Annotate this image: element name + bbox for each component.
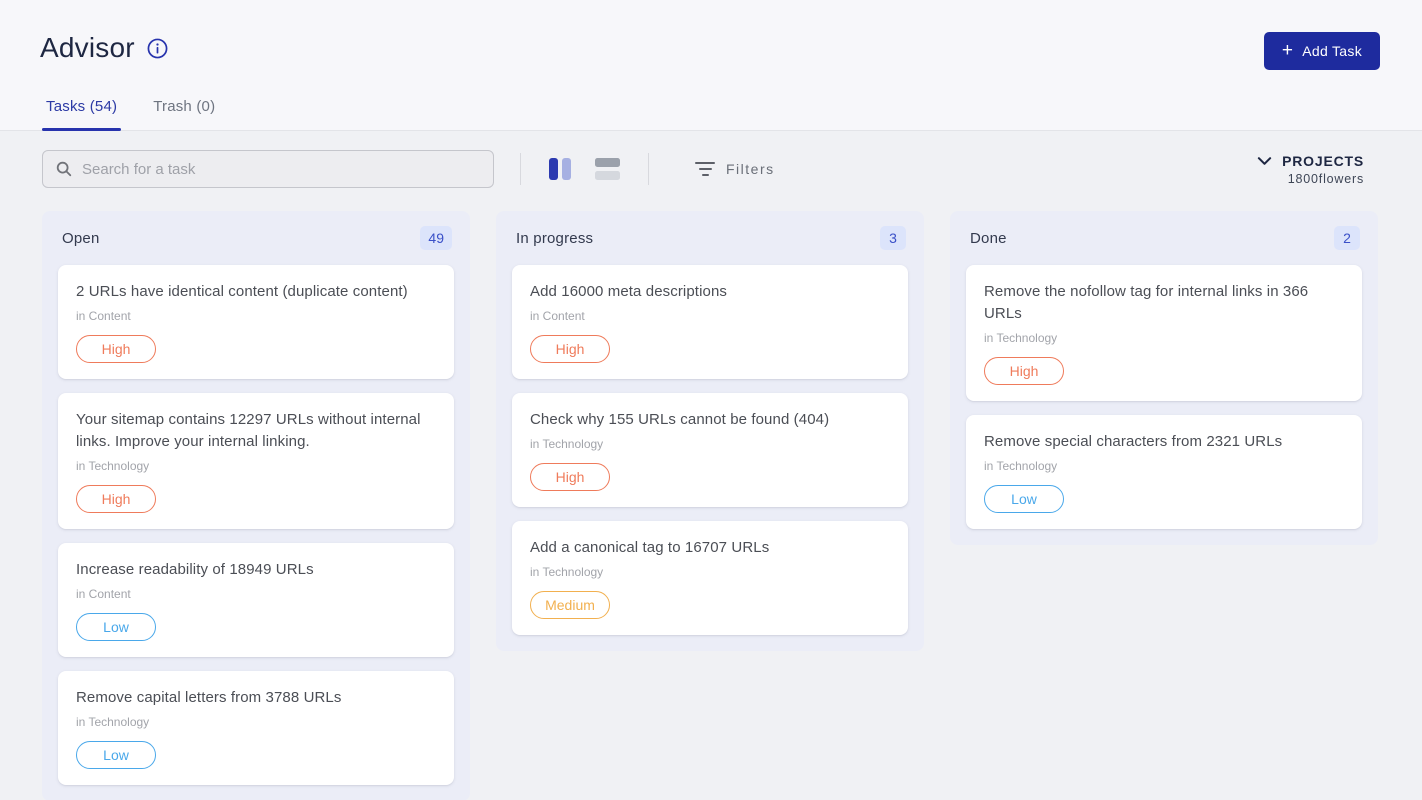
task-card[interactable]: Your sitemap contains 12297 URLs without… [58, 393, 454, 529]
task-title: Increase readability of 18949 URLs [76, 559, 436, 581]
priority-badge: Low [76, 613, 156, 641]
tab-trash[interactable]: Trash (0) [153, 98, 215, 130]
task-category: in Technology [76, 457, 436, 475]
column-header: Open 49 [58, 226, 454, 250]
task-title: Check why 155 URLs cannot be found (404) [530, 409, 890, 431]
task-category: in Technology [984, 329, 1344, 347]
priority-badge: High [530, 335, 610, 363]
task-title: Your sitemap contains 12297 URLs without… [76, 409, 436, 453]
task-category: in Technology [984, 457, 1344, 475]
add-task-button[interactable]: + Add Task [1264, 32, 1380, 70]
task-card[interactable]: Remove the nofollow tag for internal lin… [966, 265, 1362, 401]
add-task-label: Add Task [1302, 43, 1362, 59]
tab-bar: Tasks (54) Trash (0) [0, 98, 1422, 130]
card-list: Add 16000 meta descriptions in Content H… [512, 265, 908, 635]
board: Open 49 2 URLs have identical content (d… [0, 211, 1422, 800]
priority-badge: High [984, 357, 1064, 385]
column-count-badge: 3 [880, 226, 906, 250]
task-category: in Technology [76, 713, 436, 731]
column-header: In progress 3 [512, 226, 908, 250]
task-title: Remove special characters from 2321 URLs [984, 431, 1344, 453]
task-card[interactable]: Add a canonical tag to 16707 URLs in Tec… [512, 521, 908, 635]
task-card[interactable]: Increase readability of 18949 URLs in Co… [58, 543, 454, 657]
task-card[interactable]: 2 URLs have identical content (duplicate… [58, 265, 454, 379]
page-title: Advisor [40, 32, 135, 64]
filters-label: Filters [726, 161, 775, 177]
task-category: in Content [76, 307, 436, 325]
plus-icon: + [1282, 41, 1293, 60]
task-title: Remove capital letters from 3788 URLs [76, 687, 436, 709]
priority-badge: High [76, 485, 156, 513]
filter-icon [695, 162, 715, 176]
search-input[interactable] [82, 161, 481, 178]
priority-badge: Medium [530, 591, 610, 619]
column-count-badge: 2 [1334, 226, 1360, 250]
task-card[interactable]: Add 16000 meta descriptions in Content H… [512, 265, 908, 379]
toolbar: Filters PROJECTS 1800flowers [0, 131, 1422, 188]
priority-badge: Low [984, 485, 1064, 513]
task-category: in Content [76, 585, 436, 603]
priority-badge: High [530, 463, 610, 491]
task-card[interactable]: Remove special characters from 2321 URLs… [966, 415, 1362, 529]
board-column: Open 49 2 URLs have identical content (d… [42, 211, 470, 800]
chevron-down-icon [1257, 156, 1272, 166]
search-icon [55, 160, 73, 178]
priority-badge: High [76, 335, 156, 363]
task-title: Remove the nofollow tag for internal lin… [984, 281, 1344, 325]
board-column: Done 2 Remove the nofollow tag for inter… [950, 211, 1378, 545]
task-card[interactable]: Check why 155 URLs cannot be found (404)… [512, 393, 908, 507]
task-title: 2 URLs have identical content (duplicate… [76, 281, 436, 303]
task-category: in Content [530, 307, 890, 325]
task-title: Add a canonical tag to 16707 URLs [530, 537, 890, 559]
task-category: in Technology [530, 435, 890, 453]
list-view-icon[interactable] [593, 156, 622, 182]
column-title: In progress [516, 230, 593, 247]
projects-label: PROJECTS [1282, 153, 1364, 169]
tab-tasks[interactable]: Tasks (54) [46, 98, 117, 130]
filters-button[interactable]: Filters [695, 161, 775, 177]
card-list: Remove the nofollow tag for internal lin… [966, 265, 1362, 529]
info-icon[interactable] [147, 38, 168, 59]
card-list: 2 URLs have identical content (duplicate… [58, 265, 454, 785]
priority-badge: Low [76, 741, 156, 769]
search-box[interactable] [42, 150, 494, 188]
board-column: In progress 3 Add 16000 meta description… [496, 211, 924, 651]
column-title: Open [62, 230, 100, 247]
column-header: Done 2 [966, 226, 1362, 250]
projects-dropdown[interactable]: PROJECTS 1800flowers [1257, 153, 1364, 186]
selected-project-name: 1800flowers [1288, 172, 1364, 186]
task-title: Add 16000 meta descriptions [530, 281, 890, 303]
divider [648, 153, 649, 185]
task-card[interactable]: Remove capital letters from 3788 URLs in… [58, 671, 454, 785]
divider [520, 153, 521, 185]
kanban-view-icon[interactable] [547, 156, 573, 182]
header-section: Advisor + Add Task Tasks (54) Trash (0) [0, 0, 1422, 131]
column-title: Done [970, 230, 1007, 247]
column-count-badge: 49 [420, 226, 452, 250]
task-category: in Technology [530, 563, 890, 581]
